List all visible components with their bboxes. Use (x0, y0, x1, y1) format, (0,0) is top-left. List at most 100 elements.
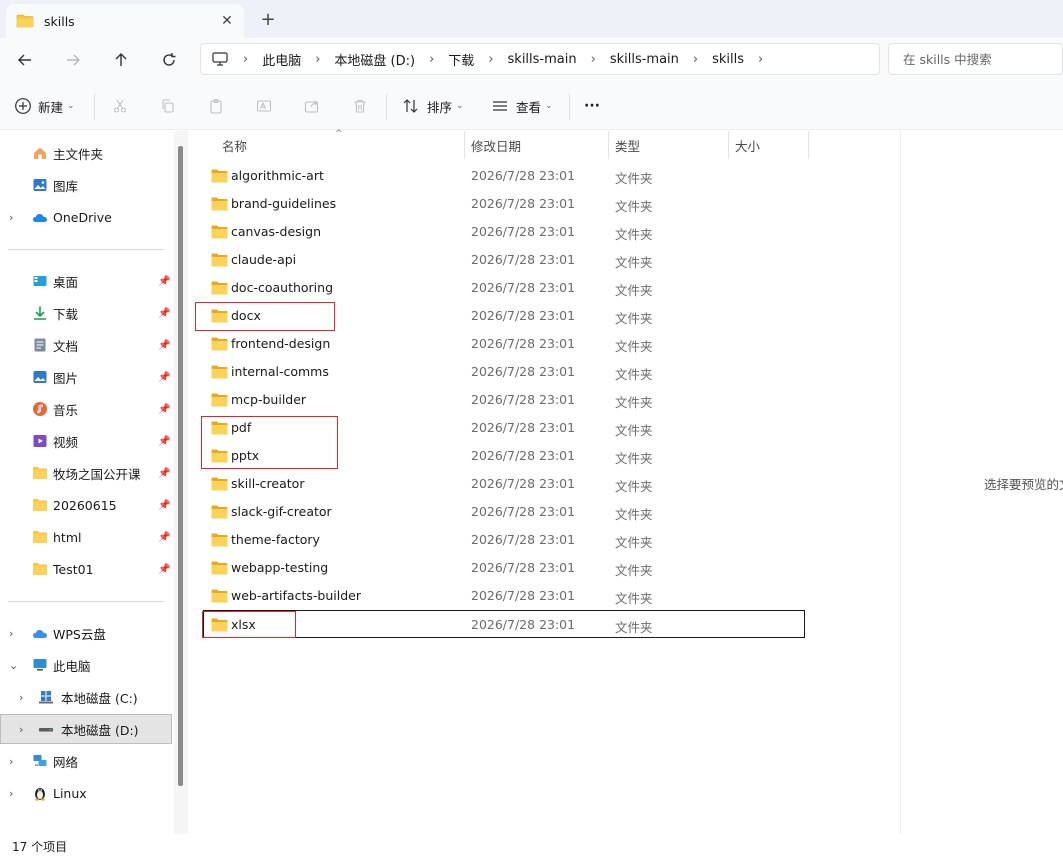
chevron-right-icon[interactable]: › (19, 691, 23, 704)
pin-icon[interactable]: 📌 (158, 564, 170, 575)
chevron-down-icon[interactable]: ⌄ (9, 659, 18, 672)
toolbar-divider (569, 94, 570, 120)
pin-icon[interactable]: 📌 (158, 372, 170, 383)
chevron-right-icon[interactable]: › (429, 52, 434, 67)
chevron-right-icon[interactable]: › (315, 52, 320, 67)
refresh-button[interactable] (156, 48, 182, 72)
search-box[interactable] (888, 43, 1063, 75)
sidebar-item-documents[interactable]: 文档 📌 (0, 330, 172, 360)
sidebar-item-gallery[interactable]: 图库 (0, 170, 172, 200)
breadcrumb-drive-d[interactable]: 本地磁盘 (D:) (334, 50, 415, 69)
computer-icon (33, 659, 47, 671)
pin-icon[interactable]: 📌 (158, 532, 170, 543)
sidebar-item-videos[interactable]: 视频 📌 (0, 426, 172, 456)
chevron-right-icon[interactable]: › (693, 52, 698, 67)
folder-icon (33, 563, 47, 575)
table-row[interactable]: algorithmic-art 2026/7/28 23:01 文件夹 (204, 162, 804, 190)
search-input[interactable] (903, 51, 1053, 67)
table-row[interactable]: doc-coauthoring 2026/7/28 23:01 文件夹 (204, 274, 804, 302)
table-row[interactable]: web-artifacts-builder 2026/7/28 23:01 文件夹 (204, 582, 804, 610)
sidebar-item-folder-test01[interactable]: Test01 📌 (0, 554, 172, 584)
table-row[interactable]: mcp-builder 2026/7/28 23:01 文件夹 (204, 386, 804, 414)
column-header-name[interactable]: 名称 (222, 131, 247, 159)
sidebar-item-home[interactable]: 主文件夹 (0, 138, 172, 168)
cut-button[interactable] (108, 94, 132, 118)
chevron-right-icon[interactable]: › (758, 52, 763, 67)
pin-icon[interactable]: 📌 (158, 308, 170, 319)
table-row[interactable]: internal-comms 2026/7/28 23:01 文件夹 (204, 358, 804, 386)
share-button[interactable] (300, 94, 324, 118)
breadcrumb-downloads[interactable]: 下载 (448, 50, 474, 69)
chevron-right-icon[interactable]: › (488, 52, 493, 67)
paste-button[interactable] (204, 94, 228, 118)
file-type: 文件夹 (615, 395, 653, 410)
table-row[interactable]: canvas-design 2026/7/28 23:01 文件夹 (204, 218, 804, 246)
column-divider[interactable] (808, 131, 809, 159)
chevron-right-icon[interactable]: › (9, 211, 13, 224)
rename-button[interactable] (252, 94, 276, 118)
sidebar-item-pictures[interactable]: 图片 📌 (0, 362, 172, 392)
column-divider[interactable] (608, 131, 609, 159)
table-row[interactable]: slack-gif-creator 2026/7/28 23:01 文件夹 (204, 498, 804, 526)
sidebar-item-drive-c[interactable]: › 本地磁盘 (C:) (0, 682, 172, 712)
breadcrumb-this-pc[interactable]: 此电脑 (262, 50, 301, 69)
table-row[interactable]: webapp-testing 2026/7/28 23:01 文件夹 (204, 554, 804, 582)
view-button[interactable]: 查看 ⌄ (491, 94, 553, 118)
pin-icon[interactable]: 📌 (158, 276, 170, 287)
sidebar-item-network[interactable]: › 网络 (0, 746, 172, 776)
pin-icon[interactable]: 📌 (158, 436, 170, 447)
sidebar-item-music[interactable]: 音乐 📌 (0, 394, 172, 424)
sidebar-item-desktop[interactable]: 桌面 📌 (0, 266, 172, 296)
forward-button[interactable] (60, 48, 86, 72)
pin-icon[interactable]: 📌 (158, 340, 170, 351)
copy-button[interactable] (156, 94, 180, 118)
address-bar[interactable]: › 此电脑 › 本地磁盘 (D:) › 下载 › skills-main › s… (200, 43, 880, 75)
sidebar-item-linux[interactable]: › Linux (0, 778, 172, 808)
chevron-right-icon[interactable]: › (9, 627, 13, 640)
column-divider[interactable] (728, 131, 729, 159)
new-tab-button[interactable]: + (258, 9, 278, 30)
chevron-right-icon[interactable]: › (19, 723, 23, 736)
back-button[interactable] (12, 48, 38, 72)
sidebar-item-folder-muchang[interactable]: 牧场之国公开课 📌 (0, 458, 172, 488)
pin-icon[interactable]: 📌 (158, 404, 170, 415)
column-header-date[interactable]: 修改日期 (471, 131, 521, 159)
delete-button[interactable] (348, 94, 372, 118)
pin-icon[interactable]: 📌 (158, 468, 170, 479)
sidebar-item-onedrive[interactable]: › OneDrive (0, 202, 172, 232)
chevron-right-icon[interactable]: › (9, 755, 13, 768)
sidebar-item-wps-cloud[interactable]: › WPS云盘 (0, 618, 172, 648)
folder-icon (211, 225, 228, 239)
sidebar-item-downloads[interactable]: 下载 📌 (0, 298, 172, 328)
column-header-type[interactable]: 类型 (615, 131, 640, 159)
refresh-icon (163, 53, 176, 66)
sidebar-scrollbar[interactable] (178, 146, 183, 786)
file-modified-date: 2026/7/28 23:01 (471, 560, 576, 575)
up-button[interactable] (108, 48, 134, 72)
new-button[interactable]: 新建 ⌄ (14, 94, 75, 118)
sidebar-item-drive-d[interactable]: › 本地磁盘 (D:) (0, 714, 172, 744)
more-options-button[interactable]: ··· (584, 94, 600, 118)
breadcrumb-skills-main-2[interactable]: skills-main (610, 52, 679, 67)
chevron-right-icon[interactable]: › (9, 787, 13, 800)
pin-icon[interactable]: 📌 (158, 500, 170, 511)
table-row[interactable]: claude-api 2026/7/28 23:01 文件夹 (204, 246, 804, 274)
sidebar-item-folder-html[interactable]: html 📌 (0, 522, 172, 552)
column-header-size[interactable]: 大小 (735, 131, 760, 159)
table-row[interactable]: skill-creator 2026/7/28 23:01 文件夹 (204, 470, 804, 498)
close-tab-icon[interactable]: ✕ (218, 12, 236, 30)
breadcrumb-skills-main-1[interactable]: skills-main (508, 52, 577, 67)
file-type: 文件夹 (615, 507, 653, 522)
table-row[interactable]: theme-factory 2026/7/28 23:01 文件夹 (204, 526, 804, 554)
table-row[interactable]: frontend-design 2026/7/28 23:01 文件夹 (204, 330, 804, 358)
table-row[interactable]: brand-guidelines 2026/7/28 23:01 文件夹 (204, 190, 804, 218)
column-divider[interactable] (464, 131, 465, 159)
sidebar-item-this-pc[interactable]: ⌄ 此电脑 (0, 650, 172, 680)
breadcrumb-skills[interactable]: skills (712, 52, 744, 67)
tab-skills[interactable]: skills ✕ (6, 4, 244, 38)
sort-button[interactable]: 排序 ⌄ (402, 94, 464, 118)
sidebar-divider (8, 249, 164, 250)
sidebar-item-folder-20260615[interactable]: 20260615 📌 (0, 490, 172, 520)
trash-icon (354, 99, 366, 113)
chevron-right-icon[interactable]: › (591, 52, 596, 67)
